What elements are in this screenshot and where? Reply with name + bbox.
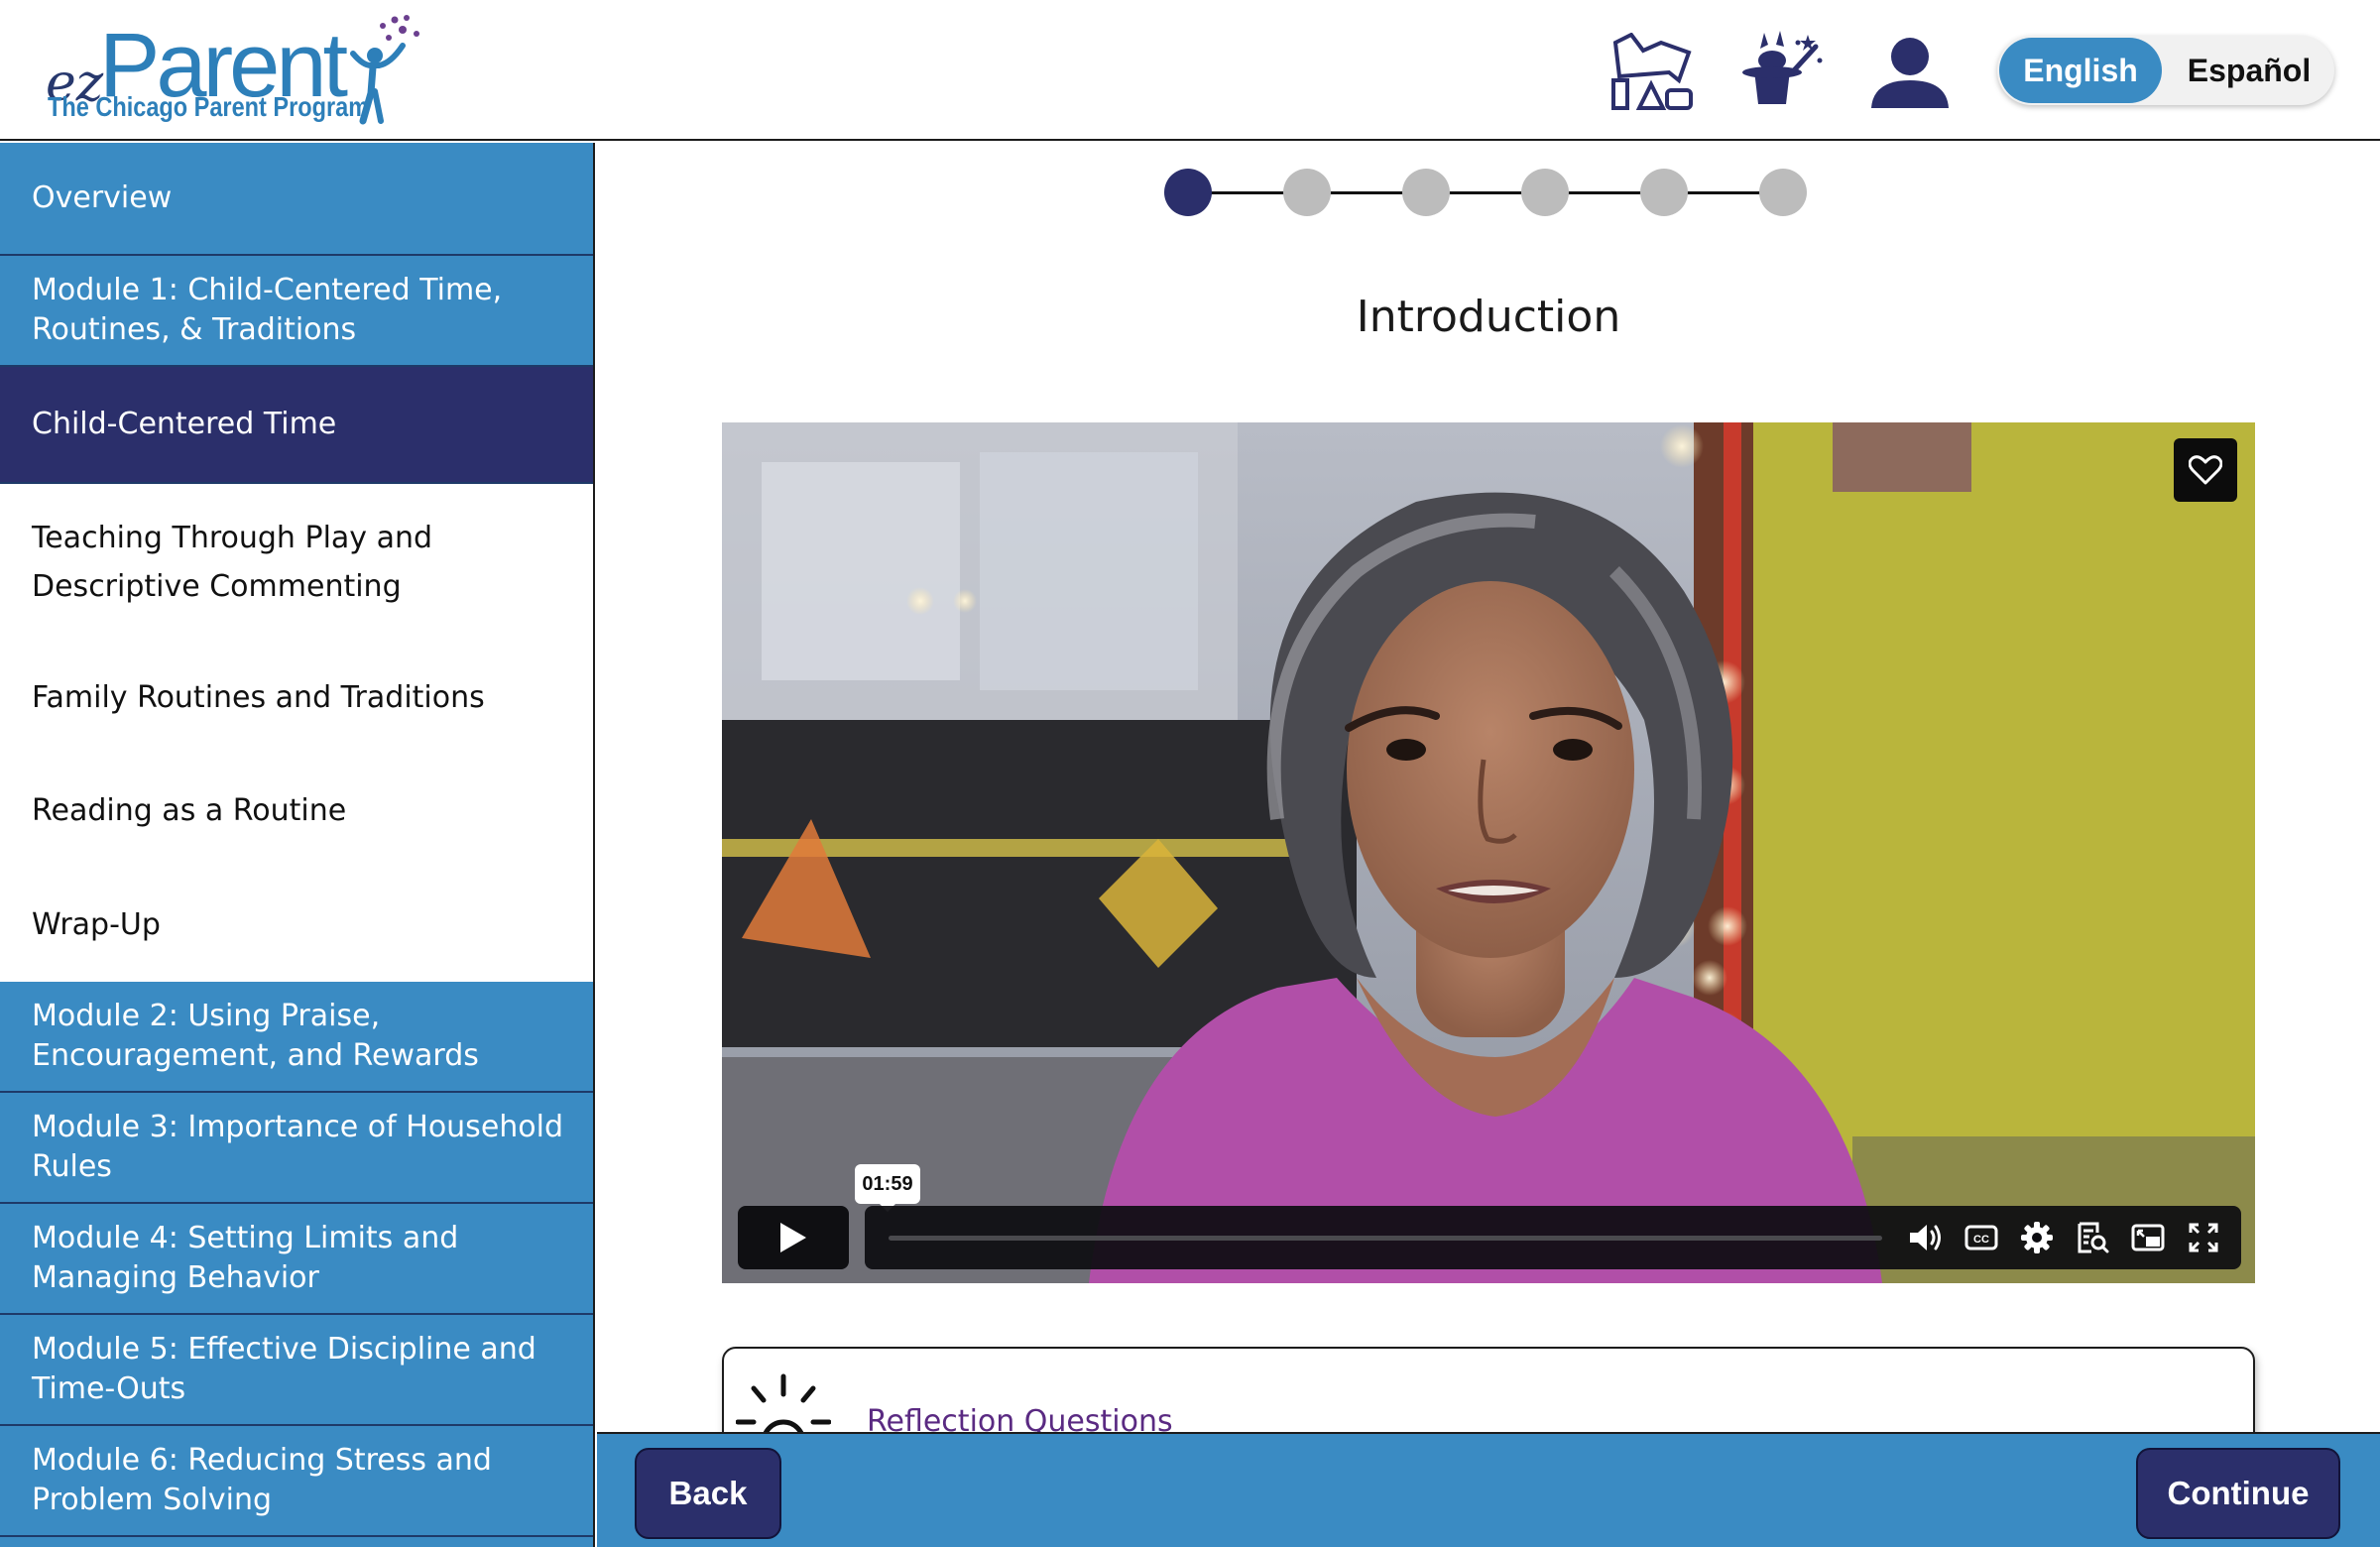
video-frame-image [722, 422, 2255, 1283]
back-button[interactable]: Back [635, 1448, 781, 1539]
stepper-line [1188, 191, 1795, 194]
step-6-dot[interactable] [1759, 169, 1807, 216]
lesson-footer: Back Continue [597, 1432, 2380, 1547]
sidebar-item-reading-routine[interactable]: Reading as a Routine [0, 754, 593, 867]
step-5-dot[interactable] [1640, 169, 1688, 216]
fullscreen-icon[interactable] [2182, 1216, 2225, 1259]
video-progress-bar[interactable] [889, 1236, 1882, 1241]
sidebar-item-module-1[interactable]: Module 1: Child-Centered Time, Routines,… [0, 256, 593, 367]
continue-button[interactable]: Continue [2136, 1448, 2340, 1539]
play-icon [780, 1223, 806, 1252]
lesson-stepper [1164, 163, 1819, 222]
sidebar-item-teaching-through-play[interactable]: Teaching Through Play and Descriptive Co… [0, 484, 593, 641]
language-english-button[interactable]: English [1999, 38, 2162, 103]
sidebar-item-module-2[interactable]: Module 2: Using Praise, Encouragement, a… [0, 982, 593, 1093]
sidebar-item-label: Teaching Through Play and Descriptive Co… [32, 521, 433, 604]
sidebar-item-label: Module 5: Effective Discipline and Time-… [32, 1332, 536, 1406]
sidebar-item-label: Wrap-Up [32, 906, 161, 942]
step-1-dot[interactable] [1164, 169, 1212, 216]
sidebar-item-label: Module 6: Reducing Stress and Problem So… [32, 1443, 492, 1517]
transcript-icon[interactable] [2071, 1216, 2114, 1259]
sidebar-item-label: Reading as a Routine [32, 792, 347, 828]
page-title: Introduction [1356, 292, 1621, 342]
sidebar-item-label: Module 1: Child-Centered Time, Routines,… [32, 273, 503, 347]
step-4-dot[interactable] [1521, 169, 1569, 216]
sidebar-item-wrap-up[interactable]: Wrap-Up [0, 867, 593, 982]
sidebar-item-label: Family Routines and Traditions [32, 679, 485, 715]
sidebar-item-child-centered-time[interactable]: Child-Centered Time [0, 367, 593, 484]
sidebar-item-label: Module 2: Using Praise, Encouragement, a… [32, 999, 479, 1073]
logo-subtitle: The Chicago Parent Program [48, 91, 370, 122]
play-button[interactable] [738, 1206, 849, 1269]
lesson-content: Introduction 01:59 CC Reflection Questio… [597, 143, 2380, 1486]
captions-icon[interactable]: CC [1960, 1216, 2003, 1259]
heart-icon [2189, 455, 2222, 485]
sidebar-item-label: Module 3: Importance of Household Rules [32, 1110, 564, 1184]
svg-text:CC: CC [1973, 1234, 1989, 1246]
sidebar-item-overview[interactable]: Overview [0, 143, 593, 256]
language-spanish-button[interactable]: Español [2168, 38, 2330, 103]
video-duration-tooltip: 01:59 [855, 1164, 920, 1212]
magic-hat-icon[interactable] [1735, 30, 1827, 115]
volume-icon[interactable] [1904, 1216, 1948, 1259]
user-profile-icon[interactable] [1864, 30, 1956, 115]
video-control-bar: CC [865, 1206, 2241, 1269]
course-sidebar: Overview Module 1: Child-Centered Time, … [0, 143, 595, 1547]
toys-icon[interactable] [1606, 30, 1698, 115]
sidebar-item-module-5[interactable]: Module 5: Effective Discipline and Time-… [0, 1315, 593, 1426]
settings-icon[interactable] [2015, 1216, 2059, 1259]
sidebar-item-module-6[interactable]: Module 6: Reducing Stress and Problem So… [0, 1426, 593, 1537]
ezparent-logo[interactable]: ez Parent The Chicago Parent Program [46, 14, 422, 131]
sidebar-item-module-4[interactable]: Module 4: Setting Limits and Managing Be… [0, 1204, 593, 1315]
sidebar-item-family-routines[interactable]: Family Routines and Traditions [0, 641, 593, 754]
language-toggle[interactable]: English Español [1997, 36, 2334, 105]
favorite-heart-button[interactable] [2174, 438, 2237, 502]
step-3-dot[interactable] [1402, 169, 1450, 216]
sidebar-item-label: Module 4: Setting Limits and Managing Be… [32, 1221, 459, 1295]
sidebar-item-label: Overview [32, 180, 173, 215]
step-2-dot[interactable] [1283, 169, 1331, 216]
sidebar-item-module-3[interactable]: Module 3: Importance of Household Rules [0, 1093, 593, 1204]
logo-figure-icon [350, 15, 419, 125]
picture-in-picture-icon[interactable] [2126, 1216, 2170, 1259]
app-header: ez Parent The Chicago Parent Program Eng… [0, 0, 2380, 141]
sidebar-item-label: Child-Centered Time [32, 407, 337, 441]
sidebar-item-more[interactable] [0, 1537, 593, 1547]
video-player[interactable]: 01:59 CC [722, 422, 2255, 1283]
